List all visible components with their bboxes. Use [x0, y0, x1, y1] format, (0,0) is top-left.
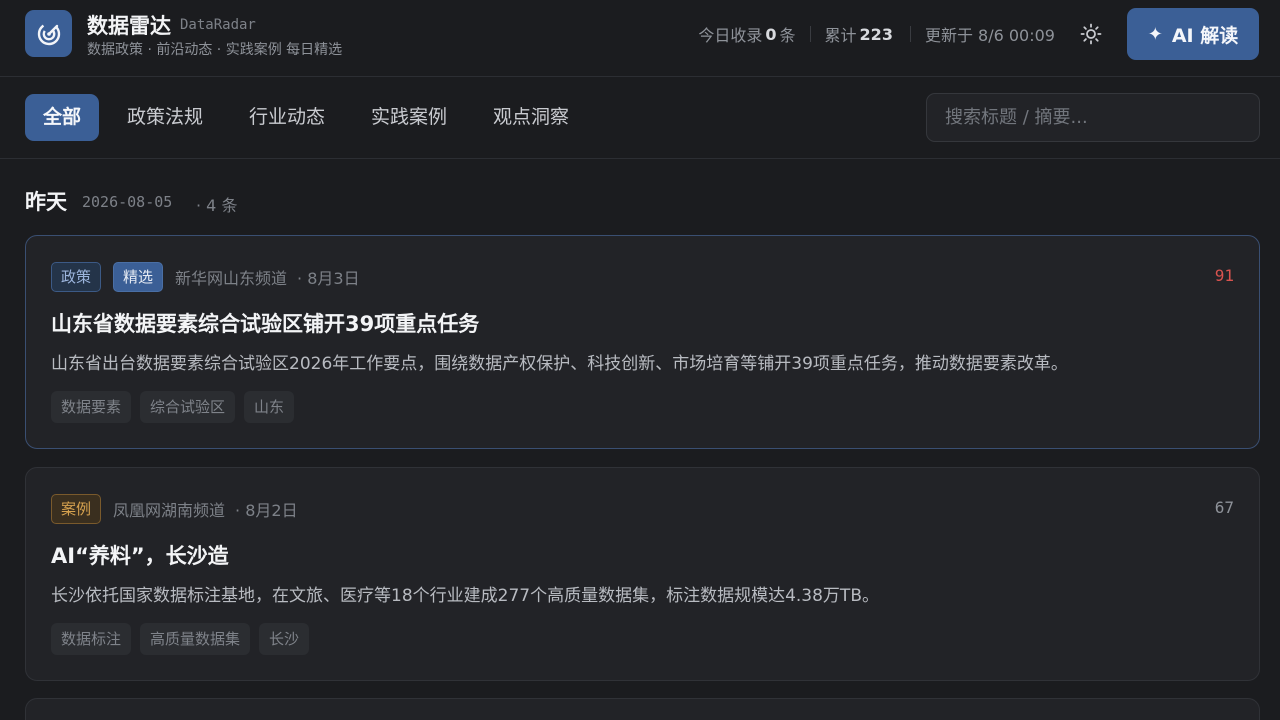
article-date: · 8月3日 — [297, 269, 360, 288]
today-count: 0 — [765, 24, 777, 44]
category-nav: 全部 政策法规 行业动态 实践案例 观点洞察 — [0, 77, 1280, 159]
total-label: 累计 — [824, 26, 857, 45]
section-date: 2026-08-05 — [82, 193, 173, 211]
tag-list: 数据标注 高质量数据集 长沙 — [51, 623, 318, 655]
tab-all[interactable]: 全部 — [25, 94, 99, 141]
tag[interactable]: 数据要素 — [51, 391, 132, 423]
article-summary: 山东省出台数据要素综合试验区2026年工作要点，围绕数据产权保护、科技创新、市场… — [51, 354, 1068, 374]
total-count: 223 — [859, 24, 893, 44]
stats-bar: 今日收录 0 条 累计 223 更新于 8/6 00:09 — [698, 22, 1055, 46]
tag[interactable]: 数据标注 — [51, 623, 132, 655]
article-source: 凤凰网湖南频道 — [113, 501, 226, 520]
tag[interactable]: 综合试验区 — [140, 391, 236, 423]
search-input[interactable] — [926, 93, 1260, 142]
article-card[interactable]: 案例 凤凰网湖南频道 · 8月2日 67 AI“养料”，长沙造 长沙依托国家数据… — [25, 467, 1260, 681]
today-unit: 条 — [779, 26, 796, 45]
article-date: · 8月2日 — [235, 501, 298, 520]
featured-badge: 精选 — [113, 262, 164, 292]
divider — [909, 26, 911, 42]
tab-insights[interactable]: 观点洞察 — [481, 94, 581, 141]
category-badge: 政策 — [51, 262, 102, 292]
article-title[interactable]: AI“养料”，长沙造 — [51, 540, 229, 570]
section-title: 昨天 — [25, 190, 67, 214]
tab-cases[interactable]: 实践案例 — [359, 94, 459, 141]
app-title-en: DataRadar — [180, 17, 256, 33]
article-source: 新华网山东频道 — [175, 269, 288, 288]
tag-list: 数据要素 综合试验区 山东 — [51, 391, 303, 423]
radar-logo-icon[interactable] — [25, 10, 72, 57]
tab-industry[interactable]: 行业动态 — [237, 94, 337, 141]
tag[interactable]: 长沙 — [259, 623, 310, 655]
article-score: 91 — [1214, 266, 1234, 285]
article-score: 67 — [1214, 498, 1234, 517]
tag[interactable]: 山东 — [244, 391, 295, 423]
ai-interpret-button[interactable]: ✦ AI 解读 — [1127, 8, 1259, 60]
app-title: 数据雷达 — [87, 14, 171, 38]
article-card[interactable]: 政策 精选 新华网山东频道 · 8月3日 91 山东省数据要素综合试验区铺开39… — [25, 235, 1260, 449]
today-label: 今日收录 — [698, 26, 763, 45]
article-summary: 长沙依托国家数据标注基地，在文旅、医疗等18个行业建成277个高质量数据集，标注… — [51, 586, 879, 606]
section-count: · 4 条 — [196, 196, 238, 215]
theme-toggle-button[interactable] — [1076, 19, 1106, 49]
ai-button-label: AI 解读 — [1171, 24, 1239, 47]
sun-icon — [1080, 23, 1102, 45]
article-meta: 政策 精选 新华网山东频道 · 8月3日 — [51, 262, 360, 292]
app-subtitle: 数据政策 · 前沿动态 · 实践案例 每日精选 — [87, 42, 343, 58]
tag[interactable]: 高质量数据集 — [140, 623, 251, 655]
app-header: 数据雷达 DataRadar 数据政策 · 前沿动态 · 实践案例 每日精选 今… — [0, 0, 1280, 77]
article-title[interactable]: 山东省数据要素综合试验区铺开39项重点任务 — [51, 308, 479, 338]
tab-policy[interactable]: 政策法规 — [115, 94, 215, 141]
article-meta: 案例 凤凰网湖南频道 · 8月2日 — [51, 494, 298, 524]
divider — [809, 26, 811, 42]
updated-time: 更新于 8/6 00:09 — [924, 26, 1055, 45]
category-badge: 案例 — [51, 494, 102, 524]
sparkle-icon: ✦ — [1147, 23, 1163, 45]
article-card[interactable] — [25, 698, 1260, 720]
